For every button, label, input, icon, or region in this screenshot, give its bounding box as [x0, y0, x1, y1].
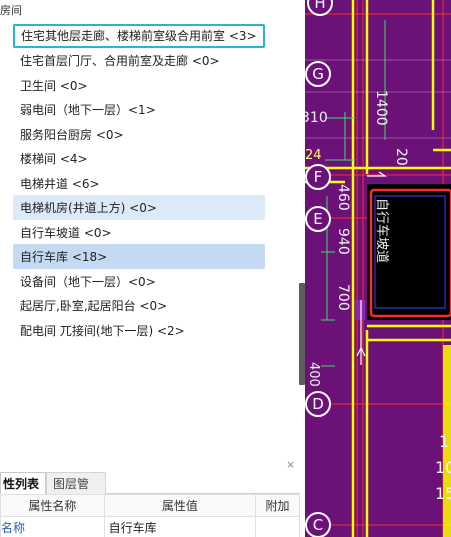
property-extra-cell[interactable] [255, 516, 300, 537]
room-type-list: 住宅其他层走廊、楼梯前室级合用前室 <3> 住宅首层门厅、合用前室及走廊 <0> 卫… [13, 24, 265, 342]
tree-item[interactable]: 住宅其他层走廊、楼梯前室级合用前室 <3> [13, 24, 265, 48]
tree-item[interactable]: 卫生间 <0> [13, 73, 265, 98]
tree-item[interactable]: 服务阳台厨房 <0> [13, 122, 265, 147]
dimension-400: 400 [306, 362, 321, 387]
partial-text-15: 15 [435, 484, 451, 503]
tree-item[interactable]: 起居厅,卧室,起居阳台 <0> [13, 293, 265, 318]
property-value-cell[interactable]: 自行车库 [103, 516, 257, 537]
tab-layer-management[interactable]: 图层管理 [46, 472, 106, 513]
axis-label-f[interactable]: F [305, 164, 331, 190]
axis-label-d[interactable]: D [305, 391, 331, 417]
tree-category-label: 房间 [0, 4, 22, 17]
axis-label-c[interactable]: C [305, 512, 331, 537]
dimension-310: 310 [305, 110, 328, 126]
partial-text-1: 1 [439, 432, 450, 451]
cad-drawing-canvas[interactable]: H G F E D C 1400 20 310 24 460 940 700 4… [305, 0, 451, 537]
tree-item[interactable]: 自行车坡道 <0> [13, 220, 265, 245]
tree-item[interactable]: 电梯井道 <6> [13, 171, 265, 196]
tree-item[interactable]: 弱电间（地下一层）<1> [13, 97, 265, 122]
tree-item[interactable]: 设备间（地下一层）<0> [13, 269, 265, 294]
tree-item[interactable]: 住宅首层门厅、合用前室及走廊 <0> [13, 48, 265, 73]
bottom-tab-bar: 性列表 图层管理 [0, 472, 300, 513]
axis-label-g[interactable]: G [305, 61, 331, 87]
layer-tree-panel: 房间 住宅其他层走廊、楼梯前室级合用前室 <3> 住宅首层门厅、合用前室及走廊 <… [0, 0, 305, 537]
dimension-20: 20 [393, 148, 409, 166]
dimension-460: 460 [335, 184, 351, 211]
property-name-cell: 名称 [0, 516, 105, 537]
axis-label-e[interactable]: E [305, 206, 331, 232]
property-table: 属性名称 属性值 附加 名称 自行车库 [0, 494, 300, 537]
close-icon[interactable]: × [286, 458, 295, 471]
partial-text-10: 10 [435, 458, 451, 477]
dimension-24: 24 [305, 148, 322, 163]
tree-item[interactable]: 电梯机房(井道上方) <0> [13, 195, 265, 220]
tree-item[interactable]: 配电间 兀接间(地下一层) <2> [13, 318, 265, 343]
column-header-name: 属性名称 [0, 494, 105, 517]
column-header-extra: 附加 [255, 494, 300, 517]
tree-item[interactable]: 楼梯间 <4> [13, 146, 265, 171]
dimension-1400: 1400 [373, 90, 389, 126]
dimension-700: 700 [335, 284, 351, 311]
column-header-value: 属性值 [103, 494, 257, 517]
dimension-940: 940 [335, 228, 351, 255]
tree-item[interactable]: 自行车库 <18> [13, 244, 265, 269]
tab-property-list[interactable]: 性列表 [0, 472, 46, 494]
table-row[interactable]: 名称 自行车库 [0, 516, 300, 537]
room-label-bike-ramp: 自行车坡道 [374, 198, 389, 264]
